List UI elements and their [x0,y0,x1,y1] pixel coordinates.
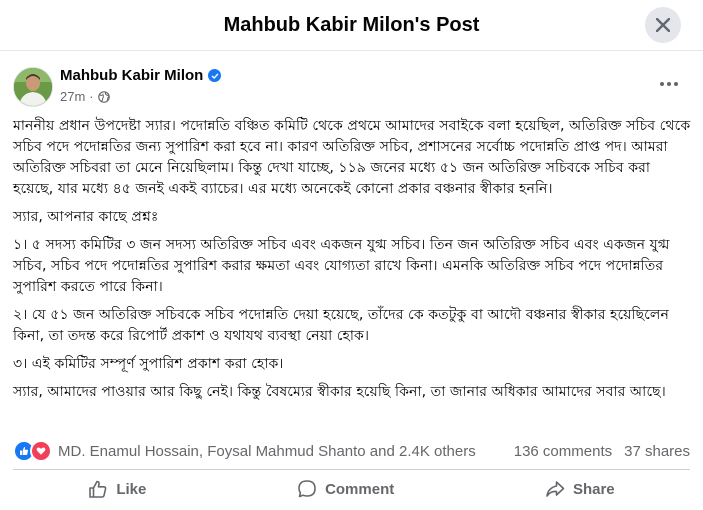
dialog-title: Mahbub Kabir Milon's Post [223,13,480,36]
share-button[interactable]: Share [533,473,627,505]
comment-button[interactable]: Comment [285,473,406,505]
post-dialog-header: Mahbub Kabir Milon's Post [0,0,703,51]
post-body: মাননীয় প্রধান উপদেষ্টা স্যার। পদোন্নতি … [13,116,693,410]
verified-badge-icon [208,69,222,82]
author-name[interactable]: Mahbub Kabir Milon [60,67,222,84]
more-options-button[interactable] [657,74,681,94]
dot-icon [674,82,678,86]
reactors-text[interactable]: MD. Enamul Hossain, Foysal Mahmud Shanto… [58,443,514,460]
post-paragraph: ১। ৫ সদস্য কমিটির ৩ জন সদস্য অতিরিক্ত সচ… [13,237,670,295]
meta-separator: · [89,89,94,104]
like-label: Like [116,480,147,498]
post-time[interactable]: 27m [60,89,85,104]
post-paragraph: স্যার, আমাদের পাওয়ার আর কিছু নেই। কিন্ত… [13,384,666,400]
comment-label: Comment [325,480,395,498]
dot-icon [660,82,664,86]
post-paragraph: স্যার, আপনার কাছে প্রশ্নঃ [13,209,159,225]
like-button[interactable]: Like [76,473,158,505]
comments-count[interactable]: 136 comments [514,443,612,460]
post-paragraph: ২। যে ৫১ জন অতিরিক্ত সচিবকে সচিব পদোন্নত… [13,307,669,344]
love-reaction-icon [30,440,52,462]
thumbs-up-icon [89,480,107,498]
reactions-bar: MD. Enamul Hossain, Foysal Mahmud Shanto… [13,440,690,462]
close-icon [656,18,670,32]
globe-icon [97,90,110,103]
share-icon [546,481,565,497]
post-meta: 27m · [60,89,110,104]
post-paragraph: ৩। এই কমিটির সম্পূর্ণ সুপারিশ প্রকাশ করা… [13,356,284,372]
post-paragraph: মাননীয় প্রধান উপদেষ্টা স্যার। পদোন্নতি … [13,118,691,197]
divider [13,469,690,470]
comment-icon [298,480,316,498]
avatar[interactable] [13,67,53,107]
shares-count[interactable]: 37 shares [624,443,690,460]
close-button[interactable] [645,7,681,43]
reaction-icons[interactable] [13,440,52,462]
dot-icon [667,82,671,86]
share-label: Share [572,480,615,498]
post-actions: Like Comment Share [13,472,690,506]
author-name-text[interactable]: Mahbub Kabir Milon [60,67,203,84]
